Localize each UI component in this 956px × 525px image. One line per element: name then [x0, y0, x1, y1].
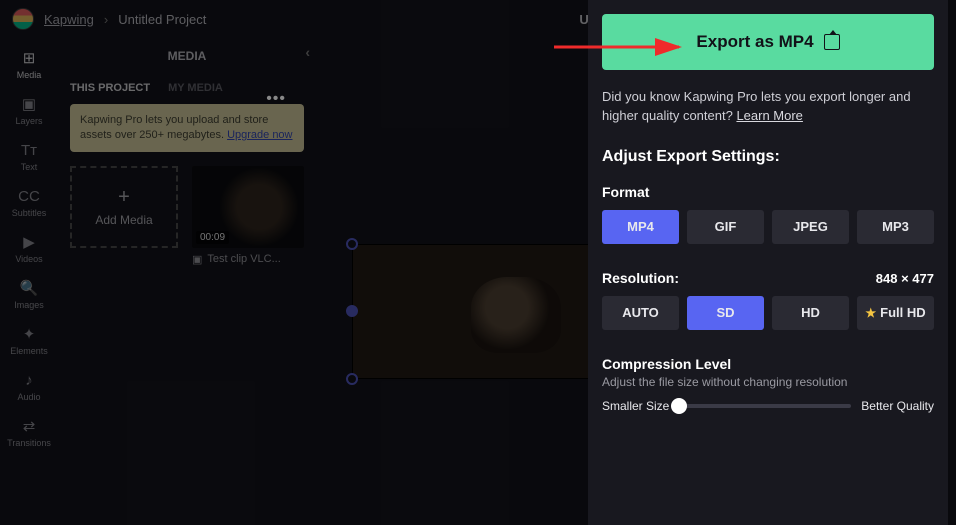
slider-right-label: Better Quality: [861, 399, 934, 413]
compression-sublabel: Adjust the file size without changing re…: [602, 375, 934, 389]
resolution-option-hd[interactable]: HD: [772, 296, 849, 330]
format-option-gif[interactable]: GIF: [687, 210, 764, 244]
format-option-mp4[interactable]: MP4: [602, 210, 679, 244]
compression-slider[interactable]: [679, 404, 851, 408]
share-icon: [824, 34, 840, 50]
resolution-option-full-hd[interactable]: ★Full HD: [857, 296, 934, 330]
resolution-option-auto[interactable]: AUTO: [602, 296, 679, 330]
compression-label: Compression Level: [602, 356, 934, 372]
export-settings-heading: Adjust Export Settings:: [602, 148, 934, 166]
export-button-label: Export as MP4: [696, 32, 813, 52]
pro-tip: Did you know Kapwing Pro lets you export…: [602, 88, 934, 126]
learn-more-link[interactable]: Learn More: [736, 108, 802, 123]
resolution-label: Resolution:: [602, 270, 679, 286]
resolution-option-sd[interactable]: SD: [687, 296, 764, 330]
format-option-jpeg[interactable]: JPEG: [772, 210, 849, 244]
pro-star-icon: ★: [865, 306, 876, 320]
format-option-mp3[interactable]: MP3: [857, 210, 934, 244]
panel-more-icon[interactable]: •••: [266, 90, 286, 108]
export-panel: Export as MP4 Did you know Kapwing Pro l…: [588, 0, 948, 525]
slider-knob[interactable]: [671, 398, 687, 414]
format-label: Format: [602, 184, 934, 200]
export-button[interactable]: Export as MP4: [602, 14, 934, 70]
resolution-value: 848 × 477: [876, 271, 934, 286]
slider-left-label: Smaller Size: [602, 399, 669, 413]
